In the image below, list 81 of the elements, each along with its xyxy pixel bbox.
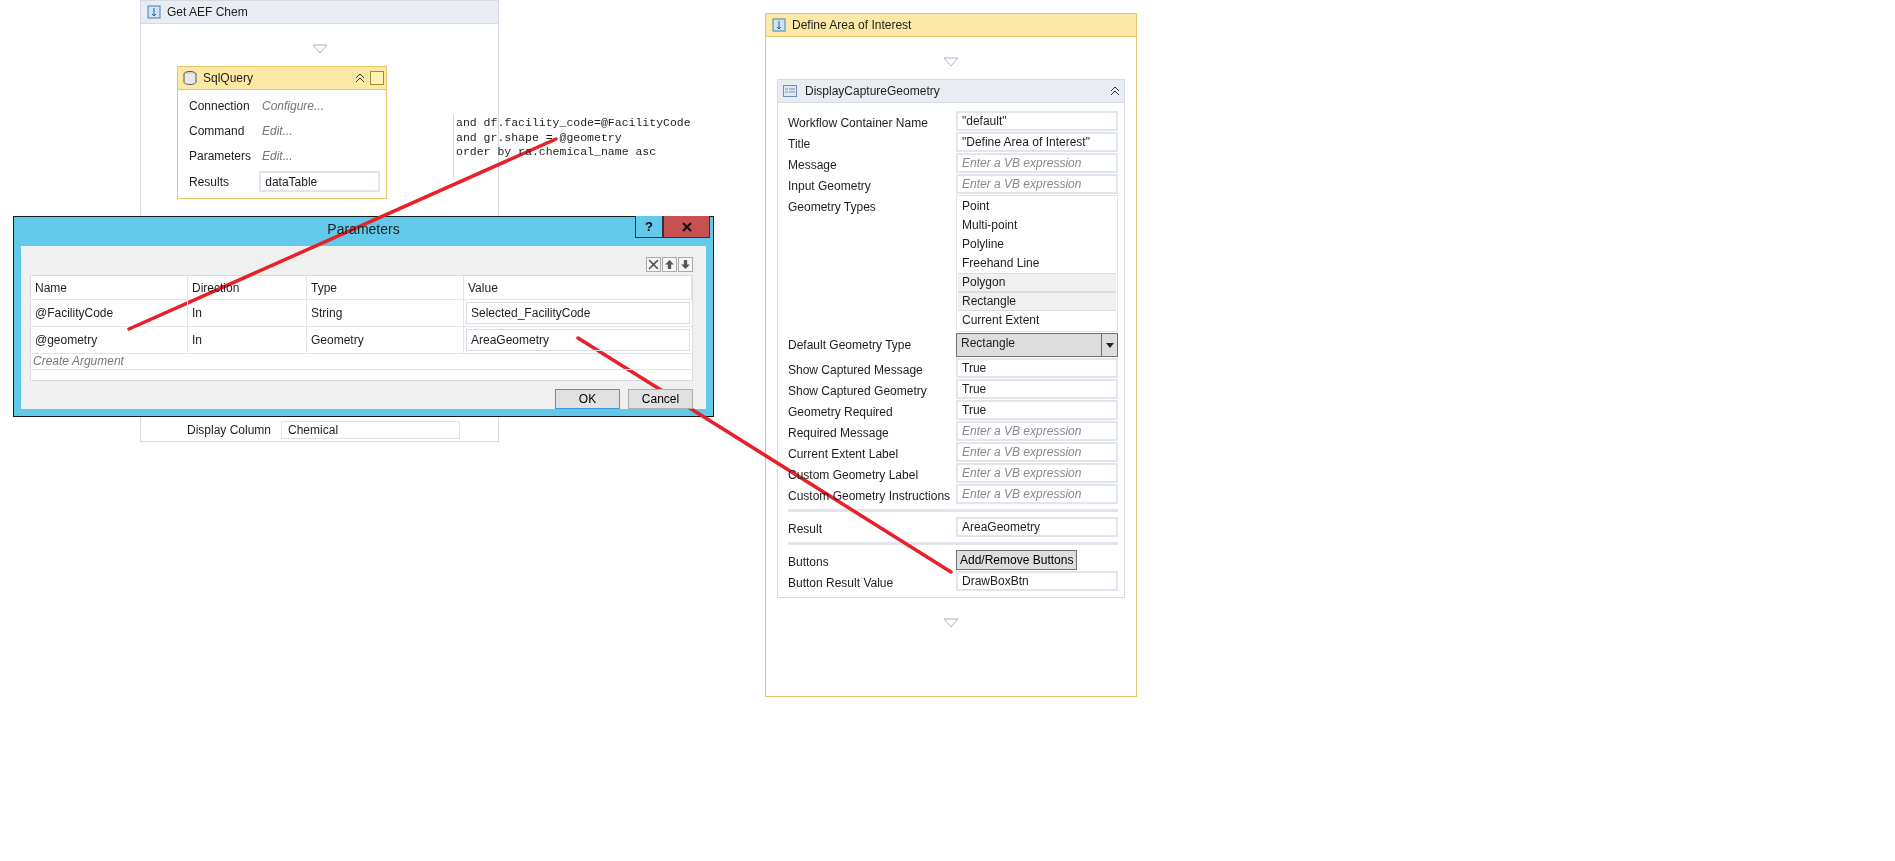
move-down-icon[interactable] [678,257,693,272]
dialog-button[interactable]: Cancel [628,389,693,409]
expression-field[interactable]: Enter a VB expression [956,421,1118,441]
property-label: Custom Geometry Instructions [788,488,952,504]
expression-field[interactable]: "Define Area of Interest" [956,132,1118,152]
table-cell: In [188,327,307,353]
property-label: Message [788,157,838,173]
activity-title: DisplayCaptureGeometry [805,84,940,98]
expression-field[interactable]: DrawBoxBtn [956,571,1118,591]
collapse-icon[interactable] [355,73,365,83]
expression-field[interactable]: Enter a VB expression [956,463,1118,483]
dialog-button[interactable]: OK [555,389,620,409]
sequence-icon [147,5,161,19]
property-label: Required Message [788,425,890,441]
property-label: Result [788,521,823,537]
property-label: Display Column [186,422,273,439]
expression-field[interactable]: True [956,400,1118,420]
add-remove-button[interactable]: Add/Remove Buttons [956,550,1078,570]
property-label: Show Captured Message [788,362,924,378]
column-header[interactable]: Name [31,276,188,299]
drop-arrow-icon [943,57,959,67]
edit-link[interactable]: Edit... [262,124,293,138]
expression-field[interactable]: Enter a VB expression [956,174,1118,194]
table-cell: @FacilityCode [31,300,188,326]
column-header[interactable]: Type [307,276,464,299]
property-label: Command [189,124,246,138]
property-label: Geometry Types [788,199,877,215]
table-cell: String [307,300,464,326]
list-item[interactable]: Multi-point [958,216,1116,235]
drop-arrow-icon [943,618,959,628]
result-field[interactable]: dataTable [259,171,380,192]
property-label: Title [788,136,812,152]
edit-link[interactable]: Configure... [262,99,325,113]
list-item[interactable]: Freehand Line [958,254,1116,273]
panel-title: Get AEF Chem [167,5,248,19]
property-label: Geometry Required [788,404,894,420]
expression-field[interactable]: True [956,358,1118,378]
property-label: Default Geometry Type [788,337,913,353]
drop-arrow-icon [311,44,328,54]
collapse-icon[interactable] [1110,86,1120,96]
property-label: Input Geometry [788,178,872,194]
value-field[interactable]: Selected_FacilityCode [466,302,690,324]
sequence-icon [772,18,786,32]
edit-link[interactable]: Edit... [262,149,293,163]
list-item[interactable]: Polygon [958,273,1116,292]
delete-icon[interactable] [646,257,661,272]
expression-field[interactable]: AreaGeometry [956,517,1118,537]
close-button[interactable] [663,216,710,238]
table-cell: Geometry [307,327,464,353]
property-label: Show Captured Geometry [788,383,928,399]
form-icon [783,85,797,97]
expression-field[interactable]: Enter a VB expression [956,442,1118,462]
move-up-icon[interactable] [662,257,677,272]
property-label: Current Extent Label [788,446,900,462]
expression-field[interactable]: Enter a VB expression [956,153,1118,173]
database-icon [182,70,198,86]
close-icon[interactable] [681,221,692,232]
list-item[interactable]: Rectangle [958,292,1116,311]
value-field[interactable]: AreaGeometry [466,329,690,351]
list-item[interactable]: Polyline [958,235,1116,254]
property-label: Workflow Container Name [788,115,929,131]
geometry-list[interactable]: Point Multi-point Polyline Freehand Line Polygon Rectangle Current Extent [956,195,1118,332]
help-button[interactable]: ? [635,216,663,238]
panel-title: Define Area of Interest [792,18,912,32]
expression-field[interactable]: "default" [956,111,1118,131]
note-icon[interactable] [370,71,384,85]
activity-title: SqlQuery [203,71,254,85]
property-label: Button Result Value [788,575,895,591]
list-item[interactable]: Current Extent [958,311,1116,330]
table-cell: In [188,300,307,326]
column-header[interactable]: Value [464,276,692,299]
table-cell: @geometry [31,327,188,353]
property-label: Connection [189,99,251,113]
list-item[interactable]: Point [958,197,1116,216]
property-label: Buttons [788,554,830,570]
create-argument-row[interactable]: Create Argument [31,354,692,370]
column-field[interactable]: Chemical [281,421,461,439]
expression-field[interactable]: Enter a VB expression [956,484,1118,504]
expression-field[interactable]: True [956,379,1118,399]
property-label: Parameters [189,149,253,163]
property-label: Results [189,174,230,189]
